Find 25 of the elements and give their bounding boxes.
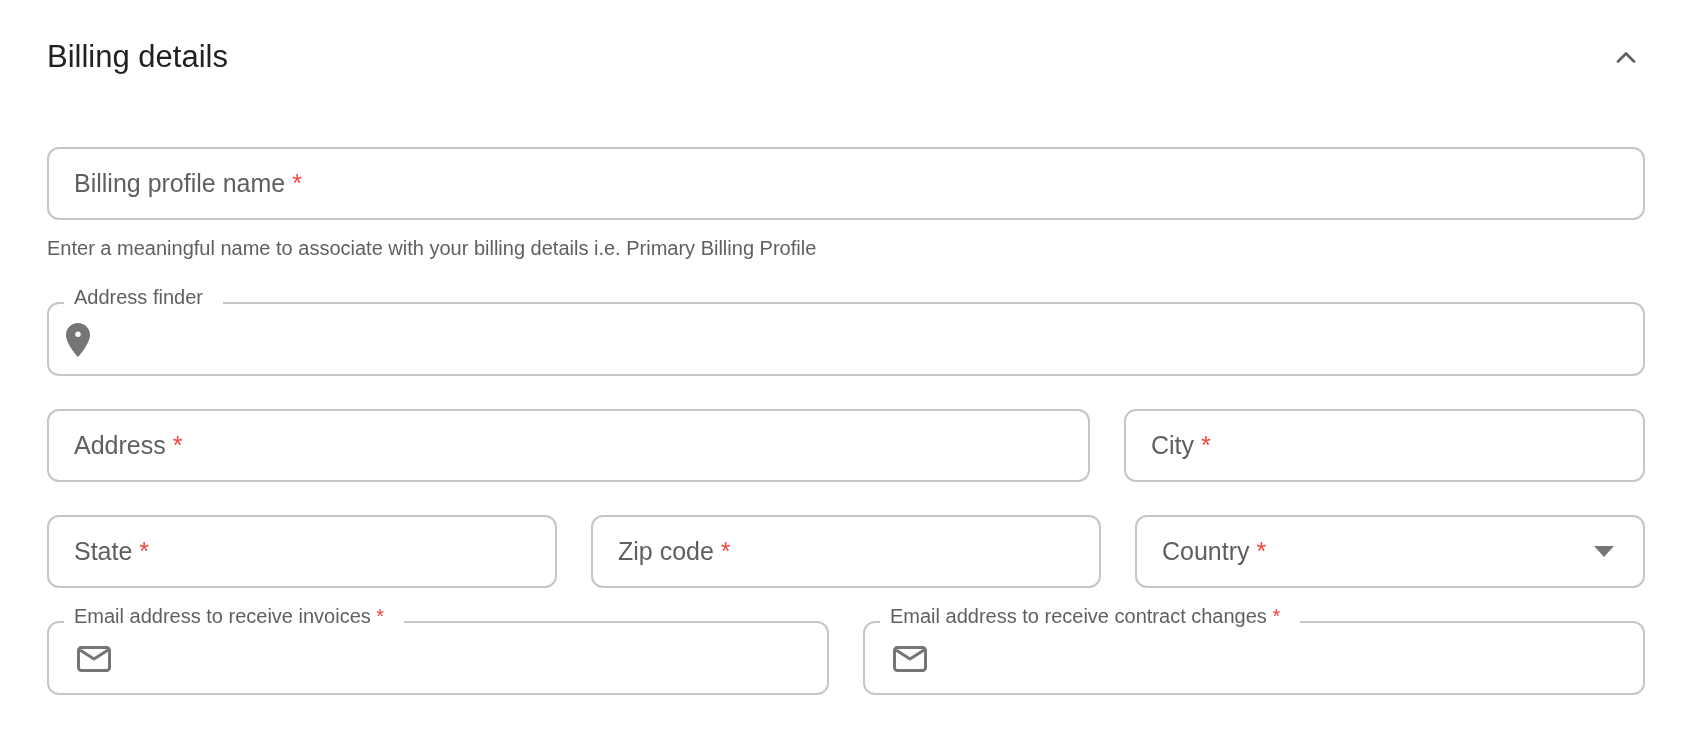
text-field[interactable]: Email address to receive invoices *	[47, 606, 829, 695]
field-label: Zip code *	[618, 537, 731, 566]
helper-text: Enter a meaningful name to associate with your billing details i.e. Primary Billing Profile	[47, 236, 818, 260]
caret-icon	[1594, 546, 1614, 557]
map-pin-icon	[66, 323, 90, 357]
text-field[interactable]: Email address to receive contract changes *	[863, 606, 1645, 695]
text-field[interactable]: City *	[1124, 409, 1645, 482]
field-label: Address finder	[74, 286, 203, 308]
section-title: Billing details	[47, 38, 228, 76]
text-field[interactable]: Zip code *	[591, 515, 1101, 588]
text-field[interactable]: Address *	[47, 409, 1090, 482]
text-field[interactable]: Billing profile name *	[47, 147, 1645, 220]
field-label: Billing profile name *	[74, 169, 302, 198]
field-label: Address *	[74, 431, 183, 460]
field-label: Email address to receive invoices *	[74, 605, 385, 627]
text-field[interactable]: State *	[47, 515, 557, 588]
envelope-icon	[77, 646, 111, 672]
field-label: City *	[1151, 431, 1211, 460]
field-label: State *	[74, 537, 150, 566]
envelope-icon	[893, 646, 927, 672]
field-label: Country *	[1162, 537, 1267, 566]
chevron-up-icon[interactable]	[1616, 51, 1636, 63]
dropdown-field[interactable]: Country *	[1135, 515, 1645, 588]
text-field[interactable]: Address finder	[47, 287, 1645, 376]
field-label: Email address to receive contract changes *	[890, 605, 1281, 627]
